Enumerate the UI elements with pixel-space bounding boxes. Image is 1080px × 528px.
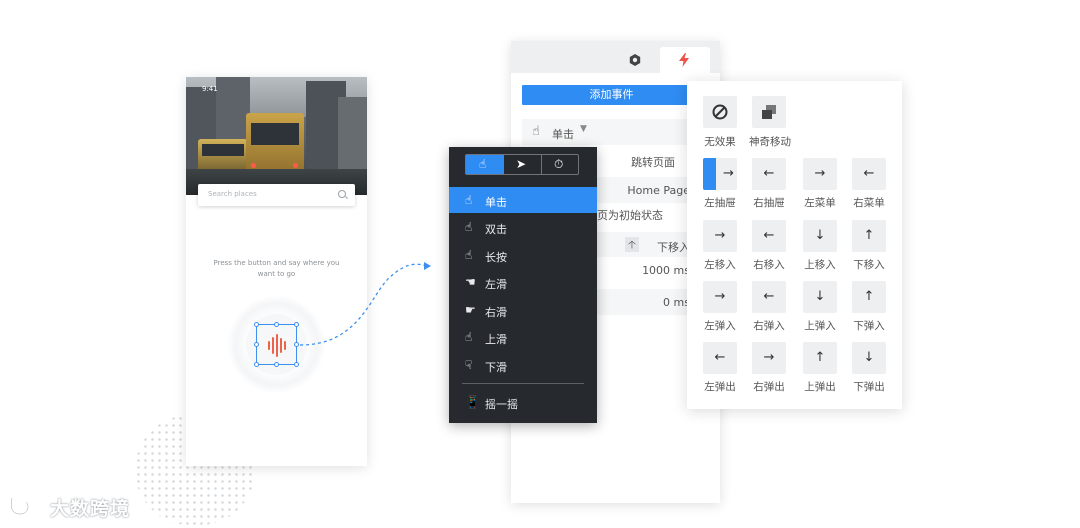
- lightning-icon[interactable]: [679, 53, 689, 67]
- action-label: 跳转页面: [631, 156, 675, 169]
- anim-bottom-move-in[interactable]: ↑: [852, 220, 886, 252]
- status-bar-time: 9:41: [202, 85, 218, 93]
- anim-top-move-in[interactable]: ↓: [803, 220, 837, 252]
- resize-handle[interactable]: [254, 322, 259, 327]
- arrow-up-icon: ↑: [814, 350, 826, 365]
- mode-switch[interactable]: ☝ ➤ ⏱: [465, 154, 579, 175]
- menu-item-long-press[interactable]: ☝ 长按: [449, 242, 597, 268]
- arrow-down-icon: ↓: [814, 289, 826, 304]
- cursor-icon[interactable]: ➤: [516, 157, 526, 171]
- none-icon: [712, 104, 728, 120]
- menu-item-swipe-left[interactable]: ☚ 左滑: [449, 269, 597, 295]
- anim-magic-move[interactable]: [752, 96, 786, 128]
- resize-handle[interactable]: [274, 362, 279, 367]
- street-tram-photo: 9:41: [186, 77, 367, 195]
- arrow-up-icon: ↑: [863, 289, 875, 304]
- arrow-left-icon: ←: [763, 289, 775, 304]
- magic-move-icon: [762, 105, 776, 119]
- arrow-left-icon: ←: [863, 166, 875, 181]
- voice-wave-icon: [268, 341, 270, 350]
- double-tap-icon: ☝: [465, 220, 473, 234]
- hand-icon: ☝: [479, 157, 487, 171]
- anim-magic-move-label: 神奇移动: [749, 136, 791, 148]
- anim-none[interactable]: [703, 96, 737, 128]
- arrow-up-icon: 🡡: [625, 237, 639, 252]
- arrow-right-icon: →: [723, 166, 734, 181]
- search-icon: [338, 190, 346, 198]
- anim-top-bounce-in[interactable]: ↓: [803, 281, 837, 313]
- arrow-left-icon: ←: [763, 166, 775, 181]
- timer-icon[interactable]: ⏱: [554, 157, 563, 172]
- arrow-down-icon: ↓: [814, 228, 826, 243]
- arrow-right-icon: →: [714, 228, 726, 243]
- anim-bottom-bounce-in[interactable]: ↑: [852, 281, 886, 313]
- anim-left-bounce-out[interactable]: ←: [703, 342, 737, 374]
- arrow-up-icon: ↑: [863, 228, 875, 243]
- menu-item-double-tap[interactable]: ☝ 双击: [449, 214, 597, 240]
- search-input[interactable]: Search places: [198, 184, 355, 206]
- anim-left-bounce-in[interactable]: →: [703, 281, 737, 313]
- search-placeholder: Search places: [208, 190, 257, 198]
- add-event-button[interactable]: 添加事件: [522, 85, 701, 105]
- anim-right-move-in[interactable]: ←: [752, 220, 786, 252]
- menu-item-swipe-up[interactable]: ☝ 上滑: [449, 324, 597, 350]
- watermark-text: 大数跨境: [50, 498, 131, 520]
- resize-handle[interactable]: [294, 362, 299, 367]
- resize-handle[interactable]: [254, 362, 259, 367]
- tap-icon: ☝: [465, 193, 473, 207]
- connector-arrow: [299, 262, 431, 346]
- panel-tabs: [511, 41, 720, 73]
- anim-left-move-in[interactable]: →: [703, 220, 737, 252]
- arrow-left-icon: ←: [763, 228, 775, 243]
- menu-item-shake[interactable]: 📱 摇一摇: [449, 389, 597, 415]
- resize-handle[interactable]: [274, 322, 279, 327]
- chevron-down-icon: ▼: [580, 124, 587, 134]
- resize-handle[interactable]: [254, 342, 259, 347]
- swipe-down-icon: ☟: [465, 358, 473, 372]
- anim-none-label: 无效果: [704, 136, 736, 148]
- menu-item-tap[interactable]: ☝ 单击: [449, 187, 597, 213]
- anim-left-menu[interactable]: →: [803, 158, 837, 190]
- menu-item-swipe-right[interactable]: ☛ 右滑: [449, 297, 597, 323]
- event-type-menu: ☝ ➤ ⏱ ☝ 单击 ☝ 双击 ☝ 长按 ☚ 左滑 ☛ 右滑 ☝ 上滑 ☟ 下滑 📱 摇一摇: [449, 147, 597, 423]
- arrow-down-icon: ↓: [863, 350, 875, 365]
- swipe-left-icon: ☚: [465, 275, 476, 289]
- tap-icon: ☝: [532, 124, 540, 139]
- long-press-icon: ☝: [465, 248, 473, 262]
- anim-right-drawer[interactable]: ←: [752, 158, 786, 190]
- trigger-select[interactable]: ☝ 单击 ▼: [522, 119, 712, 145]
- menu-divider: [462, 383, 584, 384]
- anim-right-menu[interactable]: ←: [852, 158, 886, 190]
- arrow-right-icon: →: [814, 166, 826, 181]
- shake-phone-icon: 📱: [465, 395, 480, 409]
- menu-item-swipe-down[interactable]: ☟ 下滑: [449, 352, 597, 378]
- reset-state-option[interactable]: 页为初始状态: [597, 207, 663, 223]
- anim-right-bounce-in[interactable]: ←: [752, 281, 786, 313]
- anim-left-drawer[interactable]: →: [703, 158, 737, 190]
- anim-bottom-bounce-out[interactable]: ↓: [852, 342, 886, 374]
- swipe-up-icon: ☝: [465, 330, 473, 344]
- arrow-right-icon: →: [763, 350, 775, 365]
- arrow-right-icon: →: [714, 289, 726, 304]
- anim-right-bounce-out[interactable]: →: [752, 342, 786, 374]
- settings-icon[interactable]: [629, 54, 641, 66]
- anim-top-bounce-out[interactable]: ↑: [803, 342, 837, 374]
- animation-picker: 无效果 神奇移动 → 左抽屉 ← 右抽屉 → 左菜单 ← 右菜单 → 左移入 ←…: [687, 81, 902, 409]
- watermark-logo-icon: [10, 496, 47, 516]
- arrow-left-icon: ←: [714, 350, 726, 365]
- swipe-right-icon: ☛: [465, 303, 476, 317]
